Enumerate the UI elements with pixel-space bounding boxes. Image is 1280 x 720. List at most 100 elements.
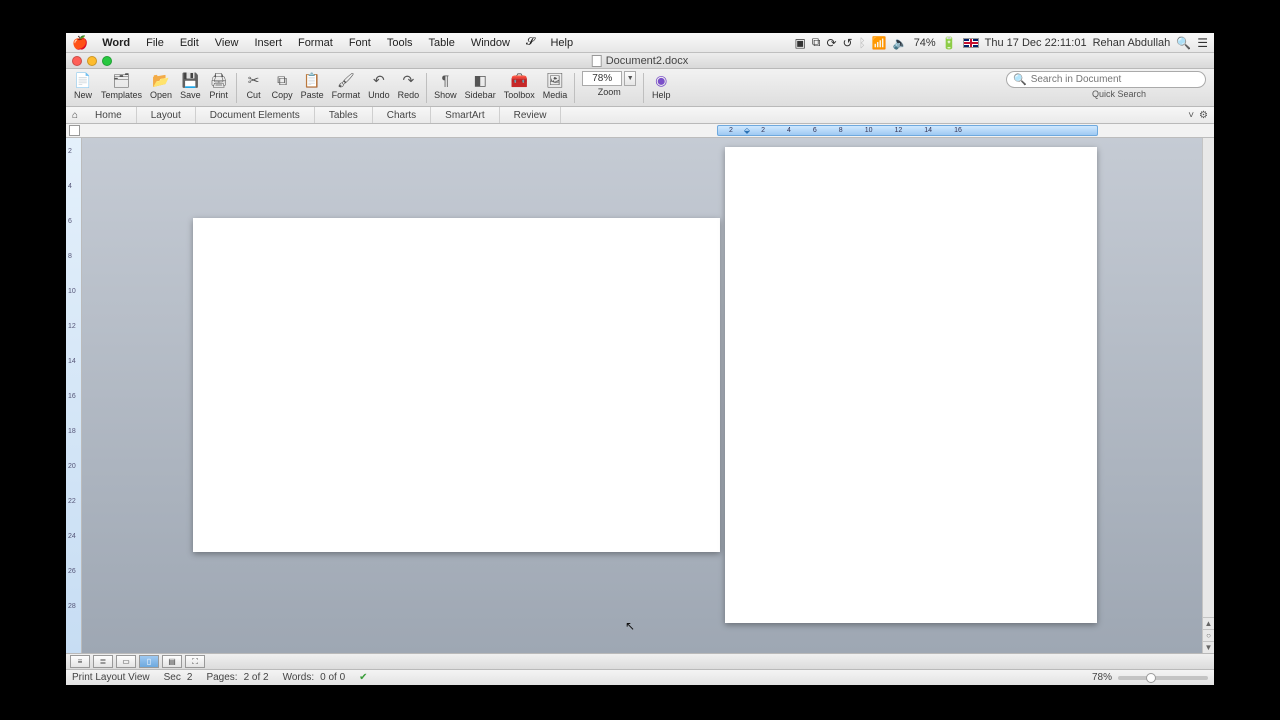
help-icon: ◉ (651, 71, 671, 89)
tb-media-label: Media (543, 90, 568, 100)
search-input[interactable] (1031, 74, 1199, 85)
spotlight-icon[interactable]: 🔍 (1176, 36, 1191, 50)
ribbon-tab-docelem[interactable]: Document Elements (196, 107, 315, 123)
window-close-button[interactable] (72, 56, 82, 66)
view-print-layout-button[interactable]: ▯ (139, 655, 159, 668)
view-outline-button[interactable]: ≣ (93, 655, 113, 668)
ribbon-home-icon[interactable]: ⌂ (66, 110, 81, 121)
tb-undo[interactable]: ↶Undo (365, 71, 393, 101)
ribbon-tab-layout[interactable]: Layout (137, 107, 196, 123)
battery-percent[interactable]: 74% (914, 37, 936, 49)
quicktime-icon[interactable]: ▣ (795, 36, 806, 50)
tb-copy-label: Copy (272, 90, 293, 100)
vertical-scrollbar[interactable]: ▲ ○ ▼ (1202, 138, 1214, 653)
script-menu-icon[interactable]: 𝓢 (518, 36, 543, 49)
document-title-text: Document2.docx (606, 55, 689, 67)
workspace: 2 4 6 8 10 12 14 16 18 20 22 24 26 28 ↖ … (66, 138, 1214, 653)
menu-font[interactable]: Font (341, 37, 379, 49)
menu-view[interactable]: View (207, 37, 247, 49)
show-icon: ¶ (435, 71, 455, 89)
tb-help[interactable]: ◉Help (648, 71, 674, 101)
input-flag-uk-icon[interactable] (963, 38, 979, 48)
menu-file[interactable]: File (138, 37, 172, 49)
tb-sidebar-label: Sidebar (465, 90, 496, 100)
scroll-prev-page-icon[interactable]: ▲ (1203, 617, 1214, 629)
scroll-browse-icon[interactable]: ○ (1203, 629, 1214, 641)
menubar-user[interactable]: Rehan Abdullah (1093, 37, 1171, 49)
ruler-mark: 10 (854, 127, 884, 134)
vruler-mark: 10 (68, 288, 76, 295)
tb-media[interactable]: 🖼Media (540, 71, 571, 101)
window-titlebar: Document2.docx (66, 53, 1214, 69)
vruler-mark: 16 (68, 393, 76, 400)
sync-icon[interactable]: ⟳ (826, 36, 836, 50)
ribbon-tab-charts[interactable]: Charts (373, 107, 431, 123)
tb-paste[interactable]: 📋Paste (298, 71, 327, 101)
tb-open[interactable]: 📂Open (147, 71, 175, 101)
view-draft-button[interactable]: ≡ (70, 655, 90, 668)
tb-new[interactable]: 📄New (70, 71, 96, 101)
document-icon (592, 55, 602, 67)
window-minimize-button[interactable] (87, 56, 97, 66)
spellcheck-icon[interactable]: ✔︎ (359, 672, 367, 683)
menu-insert[interactable]: Insert (246, 37, 290, 49)
ribbon-tab-review[interactable]: Review (500, 107, 562, 123)
ribbon-collapse-icon[interactable]: ˅ (1188, 110, 1194, 121)
menubar-clock[interactable]: Thu 17 Dec 22:11:01 (985, 37, 1087, 49)
tb-save[interactable]: 💾Save (177, 71, 204, 101)
vruler-mark: 8 (68, 253, 72, 260)
menu-tools[interactable]: Tools (379, 37, 421, 49)
templates-icon: 🗂 (112, 71, 132, 89)
document-page-2[interactable] (725, 147, 1097, 623)
wifi-icon[interactable]: 📶 (872, 36, 887, 50)
tb-format[interactable]: 🖌Format (329, 71, 364, 101)
toolbar-sep (574, 73, 575, 103)
apple-menu-icon[interactable]: 🍎 (72, 35, 88, 51)
tb-sidebar[interactable]: ◧Sidebar (462, 71, 499, 101)
view-fullscreen-button[interactable]: ⛶ (185, 655, 205, 668)
display-icon[interactable]: ⧉ (812, 35, 821, 50)
document-page-1[interactable] (193, 218, 720, 552)
zoom-dropdown[interactable]: ▼ (624, 71, 636, 86)
app-name-menu[interactable]: Word (94, 37, 138, 49)
horizontal-ruler[interactable]: 2 ⬙ 2 4 6 8 10 12 14 16 (66, 124, 1214, 138)
view-notebook-button[interactable]: ▤ (162, 655, 182, 668)
tab-stop-selector[interactable] (69, 125, 80, 136)
tb-print[interactable]: 🖨Print (206, 71, 232, 101)
document-canvas[interactable]: ↖ (82, 138, 1202, 653)
toolbar-sep (426, 73, 427, 103)
tb-toolbox[interactable]: 🧰Toolbox (501, 71, 538, 101)
bluetooth-icon[interactable]: ᛒ (859, 36, 866, 50)
zoom-slider[interactable] (1118, 676, 1208, 680)
zoom-slider-knob[interactable] (1146, 673, 1156, 683)
view-publishing-button[interactable]: ▭ (116, 655, 136, 668)
tb-cut[interactable]: ✂︎Cut (241, 71, 267, 101)
ribbon-tab-home[interactable]: Home (81, 107, 137, 123)
tb-copy[interactable]: ⧉Copy (269, 71, 296, 101)
tb-templates[interactable]: 🗂Templates (98, 71, 145, 101)
notification-center-icon[interactable]: ☰ (1197, 36, 1208, 50)
vruler-mark: 18 (68, 428, 76, 435)
battery-icon[interactable]: 🔋 (942, 36, 957, 50)
ribbon-settings-icon[interactable]: ⚙ (1199, 110, 1208, 121)
timemachine-icon[interactable]: ↺ (843, 36, 853, 50)
tb-redo[interactable]: ↷Redo (395, 71, 423, 101)
window-zoom-button[interactable] (102, 56, 112, 66)
menu-help[interactable]: Help (542, 37, 581, 49)
vertical-ruler[interactable]: 2 4 6 8 10 12 14 16 18 20 22 24 26 28 (66, 138, 82, 653)
search-box[interactable]: 🔍 (1006, 71, 1206, 88)
tb-show[interactable]: ¶Show (431, 71, 460, 101)
menu-edit[interactable]: Edit (172, 37, 207, 49)
volume-icon[interactable]: 🔈 (893, 36, 908, 50)
ruler-mark: 14 (913, 127, 943, 134)
menu-table[interactable]: Table (421, 37, 463, 49)
menu-format[interactable]: Format (290, 37, 341, 49)
status-zoom-value[interactable]: 78% (1092, 672, 1112, 683)
app-window: 🍎 Word File Edit View Insert Format Font… (66, 33, 1214, 685)
ribbon-tab-smartart[interactable]: SmartArt (431, 107, 499, 123)
ribbon-tab-tables[interactable]: Tables (315, 107, 373, 123)
scroll-next-page-icon[interactable]: ▼ (1203, 641, 1214, 653)
menu-window[interactable]: Window (463, 37, 518, 49)
zoom-input[interactable]: 78% (582, 71, 622, 86)
ruler-mark: 16 (943, 127, 973, 134)
